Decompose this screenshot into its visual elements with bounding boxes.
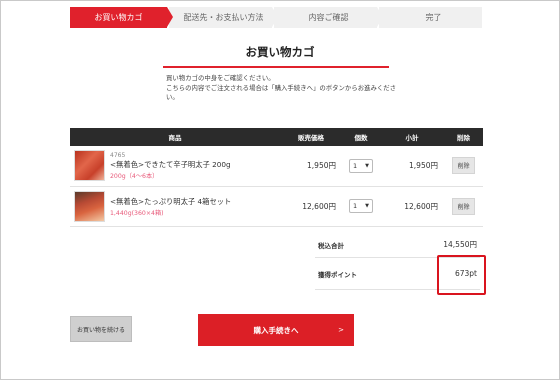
step-cart-label: お買い物カゴ xyxy=(94,13,143,22)
product-subtotal: 12,600円 xyxy=(380,186,444,227)
intro-text: 買い物カゴの中身をご確認ください。 こちらの内容でご注文される場合は「購入手続き… xyxy=(166,74,406,103)
product-name[interactable]: <無着色>できたて辛子明太子 200g xyxy=(110,160,231,170)
chevron-down-icon: ▼ xyxy=(365,203,369,209)
checkout-label: 購入手続きへ xyxy=(253,325,299,335)
product-image[interactable] xyxy=(74,150,105,182)
title-underline xyxy=(163,66,389,68)
chevron-right-icon: > xyxy=(338,326,344,334)
intro-line-1: 買い物カゴの中身をご確認ください。 xyxy=(166,74,275,82)
chevron-down-icon: ▼ xyxy=(365,162,369,169)
intro-line-2: こちらの内容でご注文される場合は「購入手続きへ」のボタンからお進みください。 xyxy=(166,83,397,102)
continue-shopping-button[interactable]: お買い物を続ける xyxy=(70,316,132,342)
quantity-select[interactable]: 1 ▼ xyxy=(349,199,373,213)
product-cell: 4765 <無着色>できたて辛子明太子 200g 200g（4～6本） xyxy=(70,150,280,182)
step-confirm: 内容ご確認 xyxy=(274,7,383,28)
product-name[interactable]: <無着色>たっぷり明太子 4箱セット xyxy=(110,197,231,207)
step-shipping-label: 配送先・お支払い方法 xyxy=(183,13,264,22)
product-image[interactable] xyxy=(74,190,105,222)
quantity-value: 1 xyxy=(353,161,358,170)
points-highlight-box xyxy=(437,255,486,295)
header-subtotal: 小計 xyxy=(380,128,444,146)
checkout-button[interactable]: 購入手続きへ > xyxy=(198,314,354,346)
total-value: 14,550円 xyxy=(443,240,477,249)
checkout-steps: お買い物カゴ 配送先・お支払い方法 内容ご確認 完了 xyxy=(70,7,484,28)
delete-button[interactable]: 削除 xyxy=(452,197,475,215)
product-code: 4765 xyxy=(110,151,126,159)
product-subtotal: 1,950円 xyxy=(380,146,444,187)
header-delete: 削除 xyxy=(444,128,483,146)
product-price: 1,950円 xyxy=(280,146,342,187)
header-qty: 個数 xyxy=(342,128,380,146)
points-label: 獲得ポイント xyxy=(318,270,357,279)
product-variant: 1,440g(360×4箱) xyxy=(110,209,164,217)
quantity-value: 1 xyxy=(353,202,358,210)
cart-table: 商品 販売価格 個数 小計 削除 4765 <無着色>できたて辛子明太子 200… xyxy=(70,128,483,227)
step-complete-label: 完了 xyxy=(425,13,442,22)
quantity-select[interactable]: 1 ▼ xyxy=(349,158,373,173)
product-variant: 200g（4～6本） xyxy=(110,172,159,180)
header-price: 販売価格 xyxy=(280,128,342,146)
table-row: 4765 <無着色>できたて辛子明太子 200g 200g（4～6本） 1,95… xyxy=(70,146,483,187)
cart-header-row: 商品 販売価格 個数 小計 削除 xyxy=(70,128,483,146)
step-complete: 完了 xyxy=(379,7,482,28)
product-cell: <無着色>たっぷり明太子 4箱セット 1,440g(360×4箱) xyxy=(70,190,280,222)
delete-button[interactable]: 削除 xyxy=(452,157,475,175)
header-product: 商品 xyxy=(70,128,280,146)
product-price: 12,600円 xyxy=(280,186,342,227)
page-title: お買い物カゴ xyxy=(245,45,315,59)
step-shipping-payment: 配送先・お支払い方法 xyxy=(169,7,278,28)
total-label: 税込合計 xyxy=(318,241,344,250)
step-cart: お買い物カゴ xyxy=(70,7,173,28)
table-row: <無着色>たっぷり明太子 4箱セット 1,440g(360×4箱) 12,600… xyxy=(70,186,483,227)
step-confirm-label: 内容ご確認 xyxy=(308,13,349,22)
